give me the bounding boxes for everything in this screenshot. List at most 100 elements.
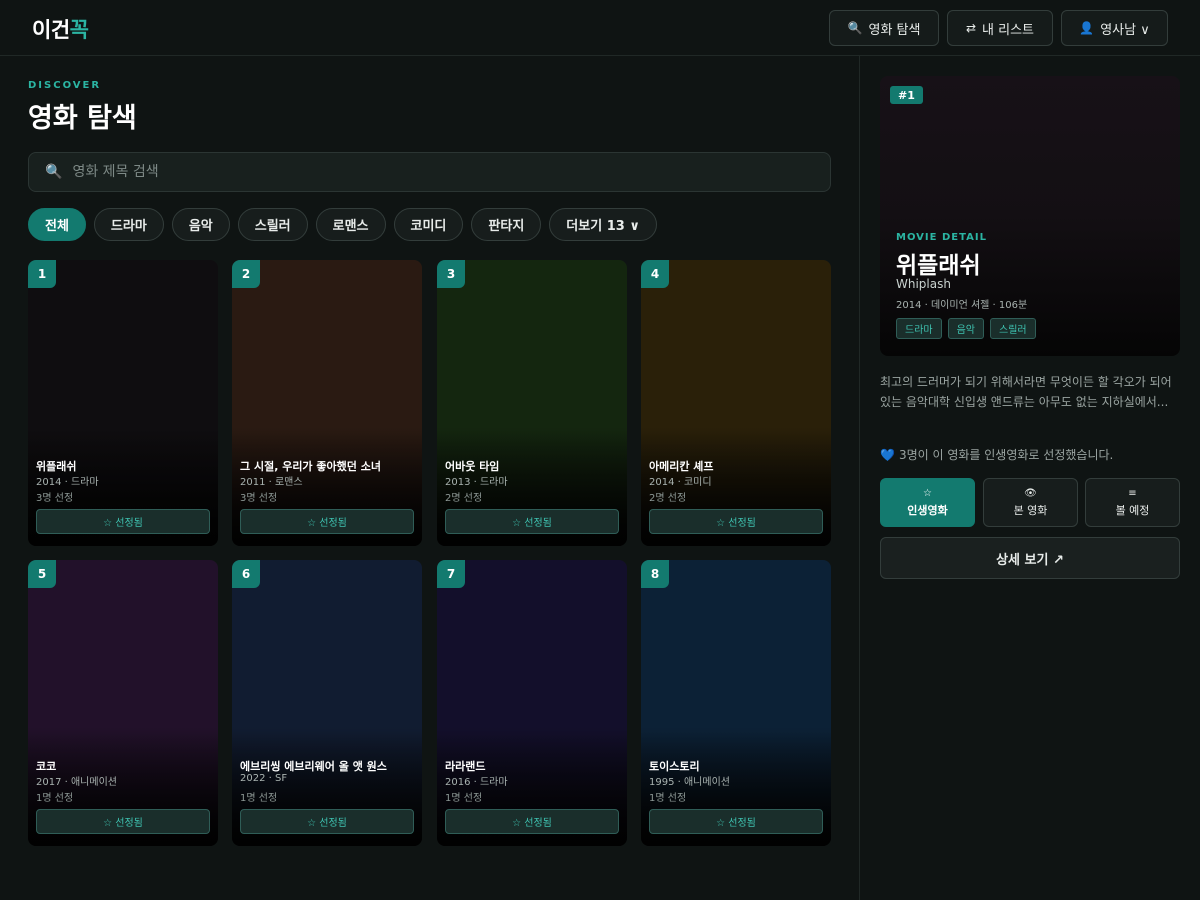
selected-button[interactable]: ☆ 선정됨 [649, 809, 823, 834]
movie-title: 에브리씽 에브리웨어 올 앳 원스 [240, 760, 387, 773]
movie-card[interactable]: 2 그 시절, 우리가 좋아했던 소녀 2011 · 로맨스 3명 선정 ☆ 선정됨 [232, 260, 422, 546]
rank-badge: 3 [437, 260, 465, 288]
detail-title: 위플래쉬 [896, 253, 981, 279]
genre-tag: 음악 [947, 318, 985, 339]
swap-icon: ⇄ [965, 21, 977, 35]
search-input[interactable] [72, 164, 773, 180]
nav-search-label: 영화 탐색 [868, 22, 921, 38]
selected-button[interactable]: ☆ 선정됨 [36, 809, 210, 834]
user-menu-label: 영사남 ∨ [1100, 22, 1150, 38]
detail-genre-tags: 드라마 음악 스릴러 [896, 318, 1036, 339]
search-icon: 🔍 [847, 21, 863, 35]
movie-pick-count: 2명 선정 [649, 493, 687, 504]
genre-filter-chips: 전체 드라마 음악 스릴러 로맨스 코미디 판타지 더보기 13 ∨ [28, 208, 657, 241]
genre-chip[interactable]: 스릴러 [237, 208, 308, 241]
movie-card[interactable]: 8 토이스토리 1995 · 애니메이션 1명 선정 ☆ 선정됨 [641, 560, 831, 846]
movie-card[interactable]: 3 어바웃 타임 2013 · 드라마 2명 선정 ☆ 선정됨 [437, 260, 627, 546]
movie-title: 코코 [36, 760, 57, 773]
movie-meta: 2013 · 드라마 [445, 477, 508, 488]
movie-pick-count: 1명 선정 [36, 793, 74, 804]
detail-info: 2014 · 데이미언 셔젤 · 106분 [896, 300, 1028, 311]
genre-chip[interactable]: 코미디 [393, 208, 464, 241]
rank-badge: #1 [890, 86, 923, 104]
rank-badge: 5 [28, 560, 56, 588]
detail-original-title: Whiplash [896, 277, 951, 291]
movie-card[interactable]: 4 아메리칸 셰프 2014 · 코미디 2명 선정 ☆ 선정됨 [641, 260, 831, 546]
movie-card[interactable]: 1 위플래쉬 2014 · 드라마 3명 선정 ☆ 선정됨 [28, 260, 218, 546]
top-header: 이건꼭 🔍 영화 탐색 ⇄ 내 리스트 👤 영사남 ∨ [0, 0, 1200, 56]
movie-meta: 2022 · SF [240, 773, 288, 784]
movie-pick-count: 1명 선정 [240, 793, 278, 804]
movie-title: 위플래쉬 [36, 460, 77, 473]
watched-button[interactable]: 👁 본 영화 [983, 478, 1078, 527]
detail-stat-text: 3명이 이 영화를 인생영화로 선정했습니다. [898, 448, 1114, 462]
nav-my-list-button[interactable]: ⇄ 내 리스트 [947, 10, 1053, 46]
page-title: 영화 탐색 [28, 103, 137, 134]
movie-meta: 1995 · 애니메이션 [649, 777, 730, 788]
genre-tag: 드라마 [896, 318, 942, 339]
rank-badge: 1 [28, 260, 56, 288]
genre-tag: 스릴러 [990, 318, 1036, 339]
movie-meta: 2011 · 로맨스 [240, 477, 303, 488]
user-menu-button[interactable]: 👤 영사남 ∨ [1061, 10, 1168, 46]
movie-pick-count: 1명 선정 [445, 793, 483, 804]
selected-button[interactable]: ☆ 선정됨 [240, 509, 414, 534]
rank-badge: 4 [641, 260, 669, 288]
selected-button[interactable]: ☆ 선정됨 [240, 809, 414, 834]
action-label: 본 영화 [1013, 503, 1048, 517]
detail-poster: #1 MOVIE DETAIL 위플래쉬 Whiplash 2014 · 데이미… [880, 76, 1180, 356]
star-icon: ☆ [923, 487, 932, 499]
rank-badge: 2 [232, 260, 260, 288]
movie-card[interactable]: 5 코코 2017 · 애니메이션 1명 선정 ☆ 선정됨 [28, 560, 218, 846]
app-logo[interactable]: 이건꼭 [32, 14, 89, 44]
nav-search-button[interactable]: 🔍 영화 탐색 [829, 10, 939, 46]
search-icon: 🔍 [45, 164, 63, 180]
movie-meta: 2014 · 코미디 [649, 477, 712, 488]
genre-chip[interactable]: 더보기 13 ∨ [549, 208, 657, 241]
selected-button[interactable]: ☆ 선정됨 [649, 509, 823, 534]
detail-eyebrow: MOVIE DETAIL [896, 232, 987, 243]
movie-meta: 2016 · 드라마 [445, 777, 508, 788]
movie-title: 토이스토리 [649, 760, 700, 773]
movie-card[interactable]: 6 에브리씽 에브리웨어 올 앳 원스 2022 · SF 1명 선정 ☆ 선정됨 [232, 560, 422, 846]
list-icon: ≡ [1128, 487, 1137, 499]
movie-card[interactable]: 7 라라랜드 2016 · 드라마 1명 선정 ☆ 선정됨 [437, 560, 627, 846]
movie-title: 어바웃 타임 [445, 460, 500, 473]
logo-accent-text: 꼭 [69, 18, 89, 42]
logo-text: 이건 [32, 18, 70, 42]
genre-chip[interactable]: 드라마 [93, 208, 164, 241]
movie-meta: 2017 · 애니메이션 [36, 777, 117, 788]
genre-chip[interactable]: 판타지 [471, 208, 542, 241]
nav-my-list-label: 내 리스트 [982, 22, 1035, 38]
life-movie-button[interactable]: ☆ 인생영화 [880, 478, 975, 527]
movie-title: 아메리칸 셰프 [649, 460, 714, 473]
heart-icon: 💙 [880, 448, 895, 462]
movie-title: 그 시절, 우리가 좋아했던 소녀 [240, 460, 381, 473]
user-icon: 👤 [1079, 21, 1095, 35]
movie-meta: 2014 · 드라마 [36, 477, 99, 488]
movie-title: 라라랜드 [445, 760, 486, 773]
action-label: 볼 예정 [1115, 503, 1150, 517]
eye-icon: 👁 [1024, 487, 1037, 499]
rank-badge: 6 [232, 560, 260, 588]
selected-button[interactable]: ☆ 선정됨 [36, 509, 210, 534]
movie-pick-count: 2명 선정 [445, 493, 483, 504]
panel-divider [859, 56, 860, 900]
genre-chip[interactable]: 음악 [171, 208, 230, 241]
movie-pick-count: 3명 선정 [36, 493, 74, 504]
rank-badge: 7 [437, 560, 465, 588]
selected-button[interactable]: ☆ 선정됨 [445, 509, 619, 534]
view-details-button[interactable]: 상세 보기 ↗ [880, 537, 1180, 579]
watch-later-button[interactable]: ≡ 볼 예정 [1085, 478, 1180, 527]
movie-pick-count: 3명 선정 [240, 493, 278, 504]
action-label: 인생영화 [907, 503, 948, 517]
detail-description: 최고의 드러머가 되기 위해서라면 무엇이든 할 각오가 되어있는 음악대학 신… [880, 375, 1172, 409]
search-bar[interactable]: 🔍 [28, 152, 831, 192]
detail-stat: 💙 3명이 이 영화를 인생영화로 선정했습니다. [880, 446, 1113, 463]
selected-button[interactable]: ☆ 선정됨 [445, 809, 619, 834]
genre-chip[interactable]: 로맨스 [315, 208, 386, 241]
rank-badge: 8 [641, 560, 669, 588]
genre-chip[interactable]: 전체 [28, 208, 86, 241]
section-eyebrow: DISCOVER [28, 80, 102, 91]
movie-pick-count: 1명 선정 [649, 793, 687, 804]
